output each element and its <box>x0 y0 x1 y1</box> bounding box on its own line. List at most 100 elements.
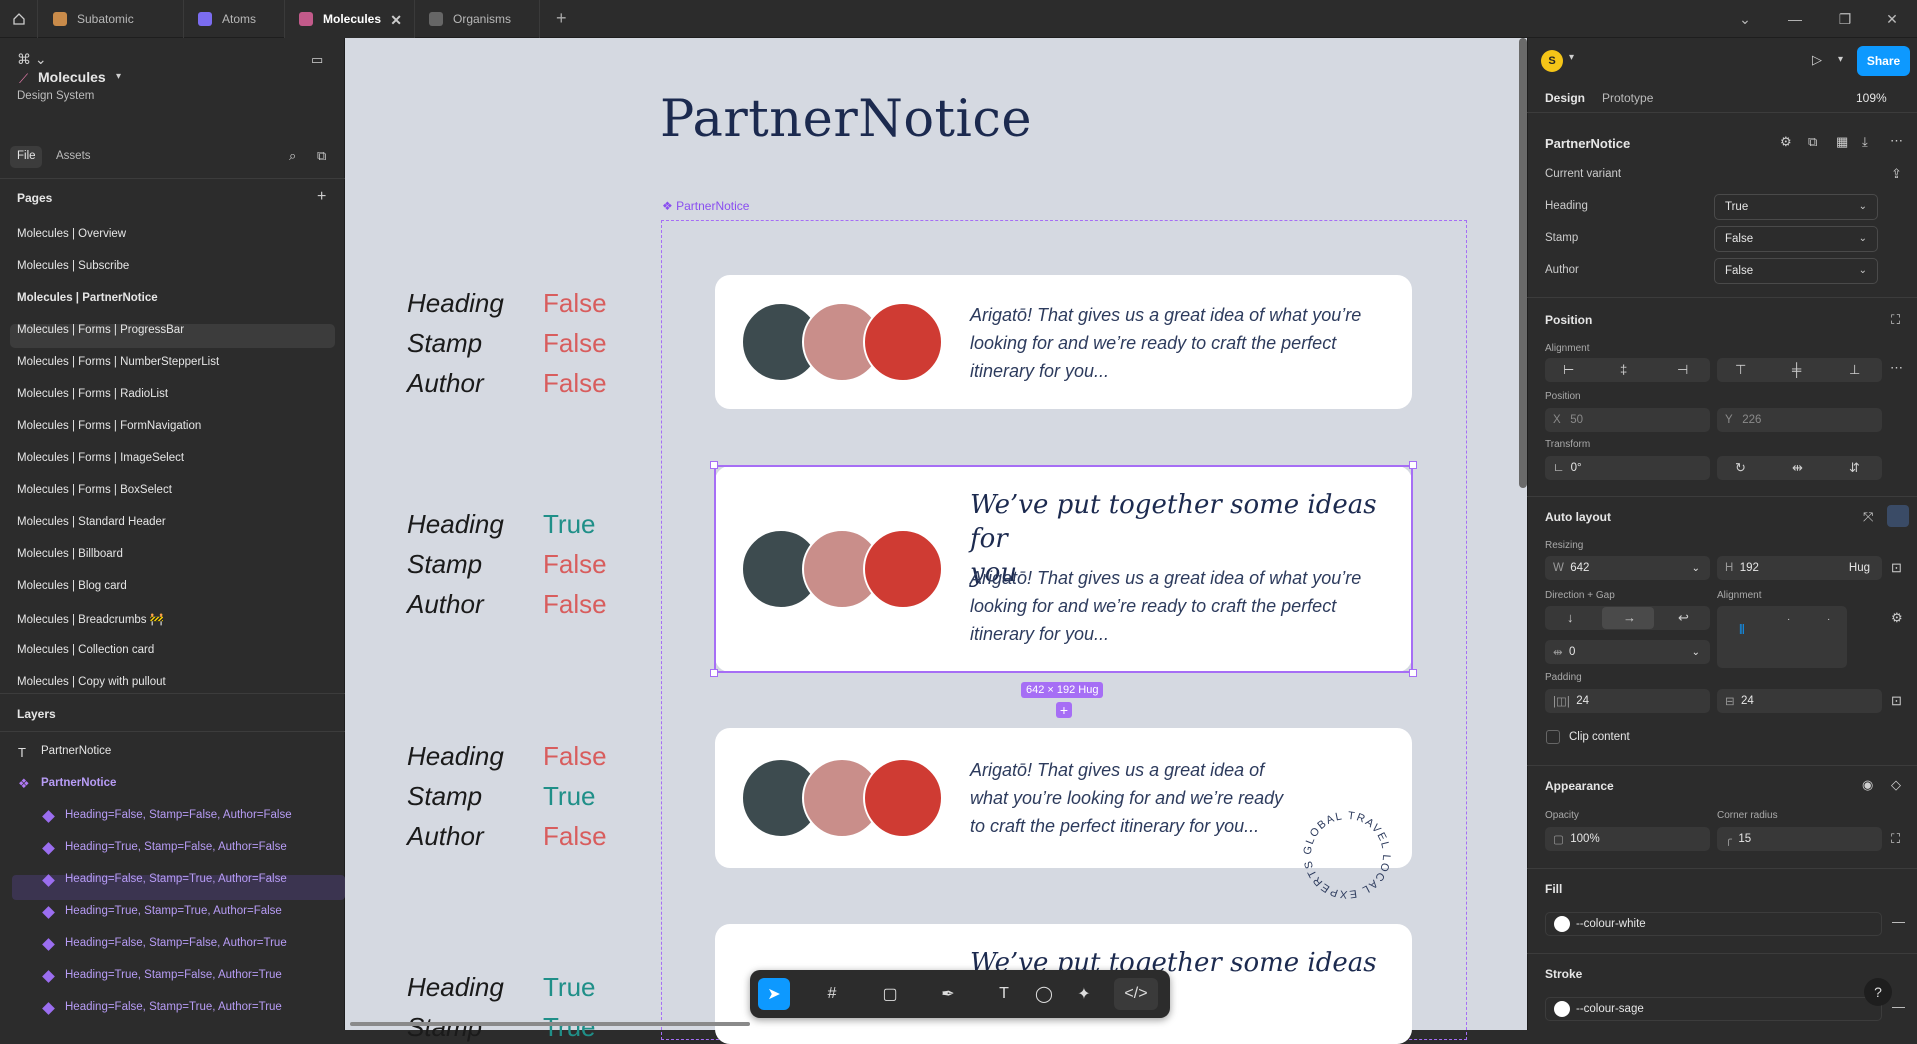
wrap-icon[interactable]: ↩ <box>1678 610 1689 626</box>
page-item[interactable]: Molecules | Billboard <box>17 548 123 560</box>
width-input[interactable]: W 642 ⌄ <box>1545 556 1710 580</box>
more-icon[interactable]: ⋯ <box>1890 360 1903 376</box>
stroke-swatch[interactable] <box>1554 1001 1570 1017</box>
heading-select[interactable]: True ⌄ <box>1714 194 1878 220</box>
layer-item[interactable]: Heading=False, Stamp=False, Author=False <box>65 809 292 821</box>
align-middle-icon[interactable]: ╪ <box>1792 362 1801 377</box>
home-button[interactable] <box>0 0 38 38</box>
partner-notice-card[interactable]: Arigatō! That gives us a great idea of w… <box>715 275 1412 409</box>
rotation-input[interactable]: ∟ 0° <box>1545 456 1710 480</box>
grid-icon[interactable]: ▦ <box>1836 134 1848 150</box>
component-set-label[interactable]: ❖ PartnerNotice <box>662 199 749 213</box>
transform-group[interactable]: ↻ ⇹ ⇵ <box>1717 456 1882 480</box>
close-tab-icon[interactable]: ✕ <box>390 12 402 29</box>
file-name[interactable]: Molecules <box>38 69 106 85</box>
page-item[interactable]: Molecules | Blog card <box>17 580 127 592</box>
present-icon[interactable]: ▷ <box>1812 52 1822 68</box>
search-icon[interactable]: ⌕ <box>289 148 296 164</box>
resize-handle[interactable] <box>710 669 718 677</box>
flip-vertical-icon[interactable]: ⇵ <box>1849 460 1860 476</box>
project-name[interactable]: Design System <box>17 90 94 102</box>
page-item[interactable]: Molecules | Forms | FormNavigation <box>17 420 201 432</box>
stamp-select[interactable]: False ⌄ <box>1714 226 1878 252</box>
chevron-down-icon[interactable]: ▾ <box>1569 52 1574 63</box>
remove-fill-icon[interactable]: — <box>1892 914 1905 929</box>
layout-settings-icon[interactable]: ⚙ <box>1891 610 1903 626</box>
component-link-icon[interactable]: ⧉ <box>1808 134 1817 150</box>
frame-tool-icon[interactable]: # <box>816 978 848 1010</box>
more-icon[interactable]: ⋯ <box>1890 133 1903 149</box>
zoom-level[interactable]: 109% <box>1856 91 1887 105</box>
actions-icon[interactable]: ✦ <box>1068 978 1100 1010</box>
page-item[interactable]: Molecules | Subscribe <box>17 260 129 272</box>
layer-item[interactable]: Heading=True, Stamp=False, Author=True <box>65 969 282 981</box>
page-item[interactable]: Molecules | Breadcrumbs 🚧 <box>17 612 164 626</box>
page-item[interactable]: Molecules | Forms | NumberStepperList <box>17 356 219 368</box>
x-input[interactable]: X 50 <box>1545 408 1710 432</box>
chevron-down-icon[interactable]: ⌄ <box>1720 0 1770 38</box>
fill-input[interactable]: --colour-white <box>1545 912 1882 936</box>
constraints-icon[interactable]: ⊡ <box>1891 560 1902 576</box>
layer-item[interactable]: Heading=False, Stamp=False, Author=True <box>65 937 287 949</box>
resize-handle[interactable] <box>1409 461 1417 469</box>
rectangle-tool-icon[interactable]: ▢ <box>874 978 906 1010</box>
tab-file[interactable]: File <box>17 150 36 162</box>
new-tab-icon[interactable]: + <box>556 8 567 29</box>
vertical-align-group[interactable]: ⊤ ╪ ⊥ <box>1717 358 1882 382</box>
add-page-icon[interactable]: + <box>317 188 326 206</box>
adjust-icon[interactable]: ⚙ <box>1780 134 1792 150</box>
layer-item[interactable]: Heading=False, Stamp=True, Author=False <box>65 873 287 885</box>
tab-atoms[interactable]: Atoms <box>184 0 285 38</box>
page-item[interactable]: Molecules | Forms | RadioList <box>17 388 168 400</box>
individual-padding-icon[interactable]: ⊡ <box>1891 693 1902 709</box>
auto-layout-settings-icon[interactable] <box>1887 505 1909 527</box>
page-item[interactable]: Molecules | Overview <box>17 228 126 240</box>
align-left-middle-icon[interactable]: ⦀ <box>1739 622 1745 638</box>
tab-prototype[interactable]: Prototype <box>1602 91 1653 105</box>
corner-radius-input[interactable]: ╭ 15 <box>1717 827 1882 851</box>
horizontal-direction-icon[interactable]: → <box>1623 610 1636 625</box>
page-item[interactable]: Molecules | Standard Header <box>17 516 166 528</box>
remove-stroke-icon[interactable]: — <box>1892 999 1905 1014</box>
vertical-scrollbar[interactable] <box>1519 38 1527 488</box>
align-right-icon[interactable]: ⊣ <box>1677 362 1688 378</box>
height-input[interactable]: H 192 Hug <box>1717 556 1882 580</box>
tab-organisms[interactable]: Organisms <box>415 0 540 38</box>
layer-item[interactable]: Heading=False, Stamp=True, Author=True <box>65 1001 282 1013</box>
author-select[interactable]: False ⌄ <box>1714 258 1878 284</box>
restore-icon[interactable]: ❐ <box>1820 0 1870 38</box>
direction-group[interactable]: ↓ → ↩ <box>1545 606 1710 630</box>
fill-swatch[interactable] <box>1554 916 1570 932</box>
minimize-icon[interactable]: — <box>1770 0 1820 38</box>
page-item[interactable]: Molecules | Forms | ImageSelect <box>17 452 184 464</box>
align-dot-icon[interactable]: · <box>1827 614 1830 625</box>
align-left-icon[interactable]: ⊢ <box>1563 362 1574 378</box>
vertical-direction-icon[interactable]: ↓ <box>1567 610 1574 625</box>
gap-input[interactable]: ⇹ 0 ⌄ <box>1545 640 1710 664</box>
page-item[interactable]: Molecules | Forms | BoxSelect <box>17 484 172 496</box>
blend-icon[interactable]: ◇ <box>1891 777 1901 793</box>
padding-vertical-input[interactable]: ⊟ 24 <box>1717 689 1882 713</box>
close-window-icon[interactable]: ✕ <box>1867 0 1917 38</box>
page-item[interactable]: Molecules | Forms | ProgressBar <box>17 324 184 336</box>
resize-handle[interactable] <box>1409 669 1417 677</box>
share-button[interactable]: Share <box>1857 46 1910 76</box>
layer-item[interactable]: Heading=True, Stamp=False, Author=False <box>65 841 287 853</box>
chevron-down-icon[interactable]: ▾ <box>1838 54 1843 65</box>
horizontal-align-group[interactable]: ⊢ ‡ ⊣ <box>1545 358 1710 382</box>
page-item[interactable]: Molecules | PartnerNotice <box>17 292 158 304</box>
library-icon[interactable]: ⧉ <box>317 148 326 164</box>
move-tool-icon[interactable]: ➤ <box>758 978 790 1010</box>
align-dot-icon[interactable]: · <box>1787 614 1790 625</box>
layer-item[interactable]: Heading=True, Stamp=True, Author=False <box>65 905 282 917</box>
layer-item[interactable]: PartnerNotice <box>41 745 111 757</box>
add-variant-button[interactable]: + <box>1056 702 1072 718</box>
tab-assets[interactable]: Assets <box>56 150 91 162</box>
clip-content-checkbox[interactable] <box>1546 730 1560 744</box>
align-bottom-icon[interactable]: ⊥ <box>1849 362 1860 378</box>
opacity-input[interactable]: ▢ 100% <box>1545 827 1710 851</box>
page-item[interactable]: Molecules | Copy with pullout <box>17 676 166 688</box>
y-input[interactable]: Y 226 <box>1717 408 1882 432</box>
upload-icon[interactable]: ⇪ <box>1891 166 1902 182</box>
main-menu-icon[interactable]: ⌘ ⌄ <box>17 51 47 68</box>
